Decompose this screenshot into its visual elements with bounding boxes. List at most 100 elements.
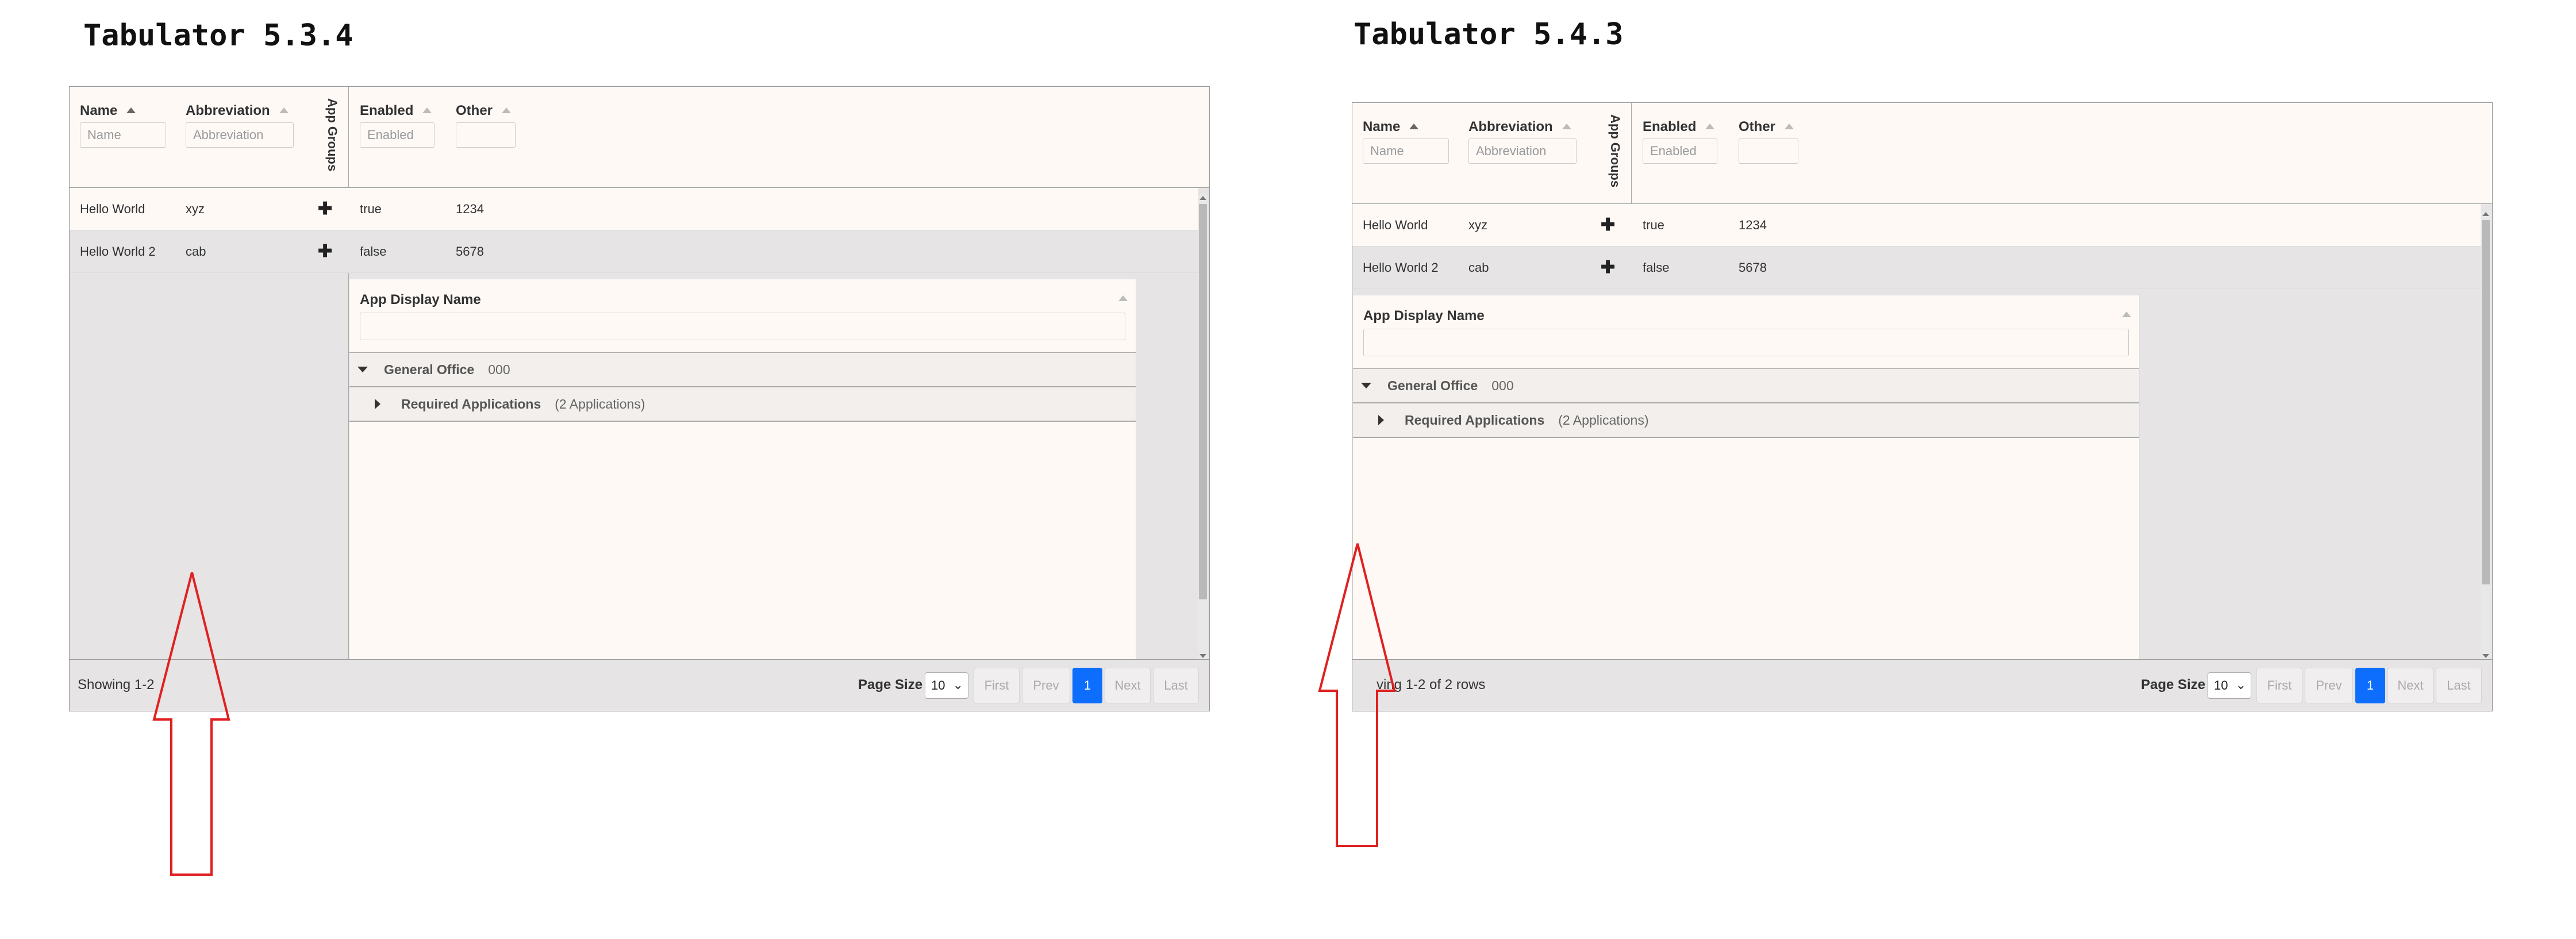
expand-arrow-icon[interactable] (375, 399, 380, 409)
cell-name: Hello World (80, 202, 145, 216)
subtable-header: App Display Name (1353, 295, 2139, 369)
annotation-arrow-left (152, 572, 230, 876)
group-label: Required Applications (2 Applications) (1405, 413, 1649, 428)
sort-arrow-icon (1705, 124, 1715, 129)
filter-input-other[interactable] (456, 122, 516, 148)
cell-enabled: false (360, 244, 387, 259)
subtable-column-app-display-name[interactable]: App Display Name (1363, 308, 1485, 324)
page-next-button[interactable]: Next (2387, 668, 2433, 703)
column-header-app-groups[interactable]: App Groups (1600, 114, 1623, 187)
subtable-header: App Display Name (349, 279, 1136, 353)
filter-input-name[interactable]: Name (80, 122, 166, 148)
nested-subtable: App Display Name General Office 000 Requi… (1352, 295, 2140, 660)
expand-plus-icon[interactable]: ✚ (1601, 247, 1615, 289)
page-prev-button[interactable]: Prev (1022, 668, 1070, 703)
filter-input-name[interactable]: Name (1363, 138, 1449, 164)
sort-arrow-icon (126, 107, 136, 113)
column-header-other[interactable]: Other (456, 103, 512, 119)
page-size-select[interactable]: 10 ⌄ (2208, 672, 2251, 699)
row-count-status: Showing 1-2 (78, 677, 155, 692)
subtable-filter-input[interactable] (1363, 329, 2129, 356)
expand-plus-icon[interactable]: ✚ (318, 188, 332, 230)
nested-subtable: App Display Name General Office 000 Requi… (349, 279, 1136, 660)
column-header-other[interactable]: Other (1739, 119, 1794, 135)
sort-arrow-icon[interactable] (1118, 295, 1128, 301)
cell-name: Hello World 2 (80, 244, 156, 259)
page-first-button[interactable]: First (2256, 668, 2302, 703)
sort-arrow-icon (502, 107, 512, 113)
filter-input-other[interactable] (1739, 138, 1798, 164)
tabulator-table-5-4-3: Name Abbreviation App Groups Enabled Oth… (1352, 102, 2493, 711)
chevron-down-icon: ⌄ (2235, 678, 2246, 692)
cell-name: Hello World 2 (1363, 260, 1439, 275)
filter-input-abbreviation[interactable]: Abbreviation (186, 122, 294, 148)
group-row-general-office[interactable]: General Office 000 (349, 353, 1136, 387)
expand-plus-icon[interactable]: ✚ (318, 230, 332, 273)
collapse-arrow-icon[interactable] (357, 367, 368, 372)
filter-input-enabled[interactable]: Enabled (360, 122, 435, 148)
scroll-down-icon[interactable] (2482, 654, 2489, 658)
sort-arrow-icon (1785, 124, 1794, 129)
table-row[interactable]: Hello World 2 cab ✚ false 5678 (70, 230, 1198, 273)
group-label: General Office 000 (1387, 378, 1514, 393)
group-label: General Office 000 (384, 362, 510, 377)
cell-other: 5678 (456, 244, 484, 259)
page-next-button[interactable]: Next (1105, 668, 1151, 703)
page-size-select[interactable]: 10 ⌄ (925, 672, 968, 699)
sort-arrow-icon (1562, 124, 1571, 129)
table-header: Name Abbreviation App Groups Enabled Oth… (1352, 103, 2492, 204)
group-row-required-applications[interactable]: Required Applications (2 Applications) (349, 387, 1136, 422)
expand-plus-icon[interactable]: ✚ (1601, 204, 1615, 247)
page-1-button[interactable]: 1 (1072, 668, 1102, 703)
filter-input-abbreviation[interactable]: Abbreviation (1468, 138, 1577, 164)
page-size-label: Page Size (2141, 677, 2206, 692)
cell-enabled: false (1643, 260, 1670, 275)
column-header-name[interactable]: Name (80, 103, 136, 119)
cell-enabled: true (360, 202, 382, 216)
sort-arrow-icon (279, 107, 289, 113)
page-size-label: Page Size (858, 677, 923, 692)
expand-arrow-icon[interactable] (1378, 415, 1384, 425)
table-header: Name Abbreviation App Groups Enabled Oth… (70, 87, 1209, 188)
table-row[interactable]: Hello World xyz ✚ true 1234 (70, 188, 1198, 230)
page-1-button[interactable]: 1 (2355, 668, 2385, 703)
scroll-thumb[interactable] (1199, 204, 1207, 599)
panel-title-5-4-3: Tabulator 5.4.3 (1354, 17, 1624, 52)
table-footer: ving 1-2 of 2 rows Page Size 10 ⌄ First P… (1352, 659, 2492, 711)
column-header-abbreviation[interactable]: Abbreviation (1468, 119, 1571, 135)
scroll-thumb[interactable] (2482, 220, 2490, 584)
group-row-required-applications[interactable]: Required Applications (2 Applications) (1353, 403, 2139, 438)
vertical-scrollbar[interactable] (1198, 195, 1208, 659)
page-last-button[interactable]: Last (1153, 668, 1199, 703)
column-header-enabled[interactable]: Enabled (360, 103, 432, 119)
scroll-down-icon[interactable] (1199, 654, 1206, 658)
cell-abbreviation: xyz (186, 202, 205, 216)
column-header-app-groups[interactable]: App Groups (317, 98, 340, 171)
cell-other: 5678 (1739, 260, 1767, 275)
sort-arrow-icon (1409, 124, 1419, 129)
panel-title-5-3-4: Tabulator 5.3.4 (83, 18, 353, 53)
filter-input-enabled[interactable]: Enabled (1643, 138, 1717, 164)
sort-arrow-icon (422, 107, 432, 113)
cell-enabled: true (1643, 218, 1664, 232)
cell-name: Hello World (1363, 218, 1428, 232)
scroll-up-icon[interactable] (1199, 196, 1206, 200)
column-header-name[interactable]: Name (1363, 119, 1419, 135)
group-row-general-office[interactable]: General Office 000 (1353, 369, 2139, 403)
cell-other: 1234 (456, 202, 484, 216)
table-row[interactable]: Hello World xyz ✚ true 1234 (1352, 204, 2481, 247)
page-prev-button[interactable]: Prev (2305, 668, 2353, 703)
cell-abbreviation: cab (1468, 260, 1489, 275)
scroll-up-icon[interactable] (2482, 212, 2489, 216)
page-last-button[interactable]: Last (2436, 668, 2482, 703)
collapse-arrow-icon[interactable] (1361, 383, 1371, 388)
vertical-scrollbar[interactable] (2481, 211, 2491, 659)
subtable-filter-input[interactable] (360, 313, 1125, 340)
frozen-divider (1631, 103, 1632, 204)
sort-arrow-icon[interactable] (2122, 311, 2131, 317)
subtable-column-app-display-name[interactable]: App Display Name (360, 292, 481, 308)
table-row[interactable]: Hello World 2 cab ✚ false 5678 (1352, 247, 2481, 289)
page-first-button[interactable]: First (974, 668, 1020, 703)
column-header-enabled[interactable]: Enabled (1643, 119, 1715, 135)
column-header-abbreviation[interactable]: Abbreviation (186, 103, 289, 119)
